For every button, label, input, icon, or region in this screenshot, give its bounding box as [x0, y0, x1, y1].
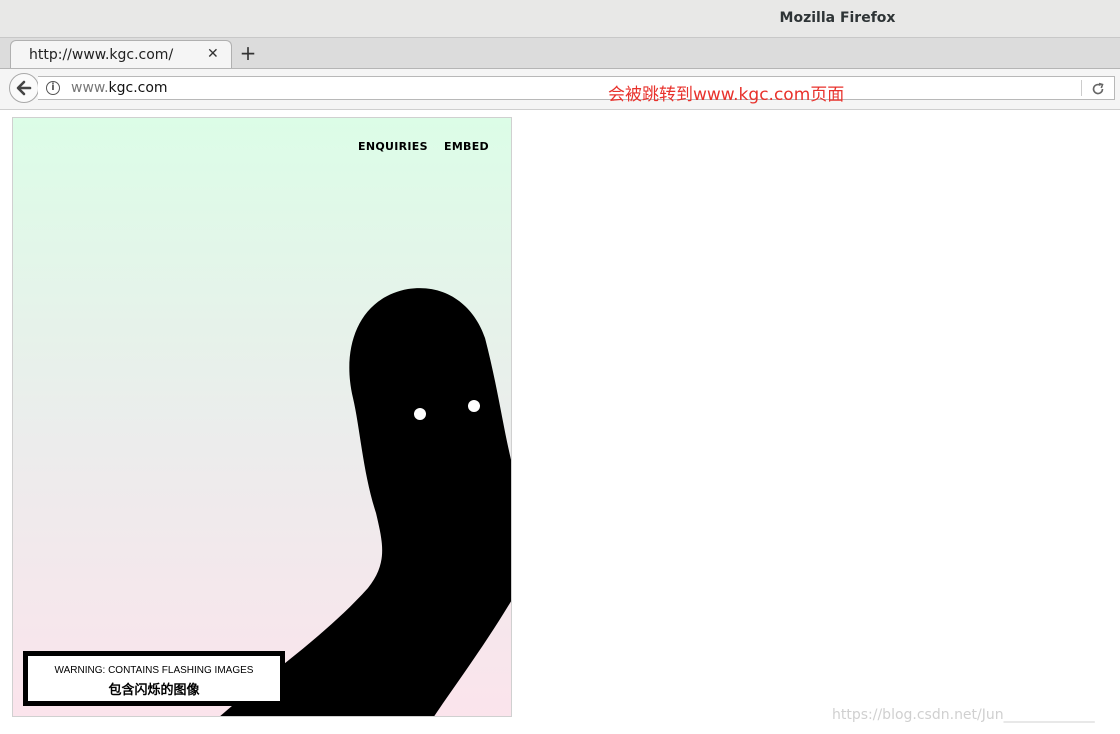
url-domain: kgc.com	[108, 80, 168, 96]
tab-label: http://www.kgc.com/	[29, 47, 174, 63]
url-bar[interactable]: i www.kgc.com	[38, 76, 1115, 100]
url-prefix: www.	[71, 80, 109, 96]
warning-box: WARNING: CONTAINS FLASHING IMAGES 包含闪烁的图…	[23, 651, 285, 706]
watermark: https://blog.csdn.net/Jun_____________	[832, 707, 1095, 723]
reload-icon[interactable]	[1090, 81, 1106, 97]
warning-text: WARNING: CONTAINS FLASHING IMAGES	[54, 665, 254, 676]
tab-kgc[interactable]: http://www.kgc.com/ ✕	[10, 40, 232, 68]
web-page-content: ENQUIRIES EMBED WARNING: CONTAINS FLASHI…	[12, 117, 512, 717]
info-icon[interactable]: i	[46, 81, 60, 95]
tab-bar: http://www.kgc.com/ ✕ +	[0, 38, 1120, 69]
back-button[interactable]	[9, 73, 39, 103]
close-icon[interactable]: ✕	[207, 46, 219, 62]
arrow-left-icon	[16, 80, 32, 96]
new-tab-button[interactable]: +	[238, 41, 258, 65]
window-title: Mozilla Firefox	[779, 10, 896, 26]
creature-eye-left	[414, 408, 426, 420]
creature-illustration	[220, 288, 511, 716]
url-separator	[1081, 80, 1082, 96]
navigation-bar: i www.kgc.com	[0, 69, 1120, 110]
warning-text-chinese: 包含闪烁的图像	[108, 683, 200, 698]
annotation-text: 会被跳转到www.kgc.com页面	[608, 85, 845, 105]
creature-eye-right	[468, 400, 480, 412]
window-titlebar: Mozilla Firefox	[0, 0, 1120, 38]
url-text[interactable]: www.kgc.com	[71, 80, 168, 96]
